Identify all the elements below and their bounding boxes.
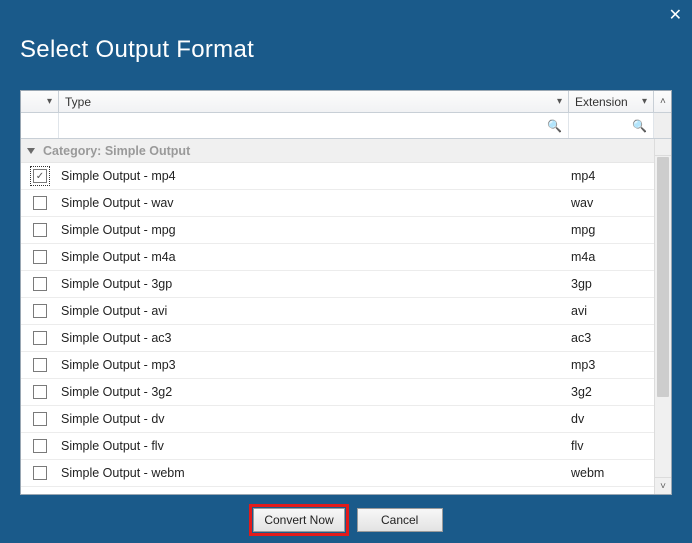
table-row[interactable]: ✓ Simple Output - mp4mp4 [21, 163, 654, 190]
scrollbar-thumb[interactable] [657, 157, 669, 397]
grid-body: Category: Simple Output ✓ Simple Output -… [21, 139, 671, 494]
grid-rows: Category: Simple Output ✓ Simple Output -… [21, 139, 654, 494]
row-checkbox[interactable] [33, 304, 47, 318]
row-type-cell: Simple Output - mp4 [59, 169, 569, 183]
table-row[interactable]: Simple Output - mp3mp3 [21, 352, 654, 379]
row-checkbox-cell [21, 304, 59, 318]
row-checkbox[interactable] [33, 277, 47, 291]
table-row[interactable]: Simple Output - m4am4a [21, 244, 654, 271]
table-row[interactable]: Simple Output - ac3ac3 [21, 325, 654, 352]
row-extension-cell: webm [569, 466, 654, 480]
row-checkbox[interactable] [33, 358, 47, 372]
row-checkbox[interactable]: ✓ [33, 169, 47, 183]
row-type-cell: Simple Output - wav [59, 196, 569, 210]
row-extension-cell: ac3 [569, 331, 654, 345]
row-checkbox-cell [21, 223, 59, 237]
row-checkbox-cell [21, 196, 59, 210]
filter-cell-extension[interactable]: 🔍 [569, 113, 654, 138]
vertical-scrollbar[interactable]: ˅ [654, 139, 671, 494]
row-type-cell: Simple Output - dv [59, 412, 569, 426]
row-checkbox-cell [21, 250, 59, 264]
column-header-row: ▾ Type ▾ Extension ▾ ˄ [21, 91, 671, 113]
column-header-extension[interactable]: Extension ▾ [569, 91, 654, 112]
table-row[interactable]: Simple Output - wavwav [21, 190, 654, 217]
group-row-simple-output[interactable]: Category: Simple Output [21, 139, 654, 163]
titlebar: ✕ [0, 0, 692, 30]
row-extension-cell: mp4 [569, 169, 654, 183]
table-row[interactable]: Simple Output - 3gp3gp [21, 271, 654, 298]
row-extension-cell: mp3 [569, 358, 654, 372]
table-row[interactable]: Simple Output - aviavi [21, 298, 654, 325]
row-type-cell: Simple Output - 3gp [59, 277, 569, 291]
search-icon[interactable]: 🔍 [632, 119, 647, 133]
filter-cell-type[interactable]: 🔍 [59, 113, 569, 138]
convert-now-button[interactable]: Convert Now [253, 508, 344, 532]
column-header-type[interactable]: Type ▾ [59, 91, 569, 112]
row-checkbox-cell [21, 412, 59, 426]
row-extension-cell: dv [569, 412, 654, 426]
row-checkbox[interactable] [33, 385, 47, 399]
row-extension-cell: avi [569, 304, 654, 318]
column-header-checkbox[interactable]: ▾ [21, 91, 59, 112]
close-icon[interactable]: ✕ [669, 5, 682, 25]
filter-row: 🔍 🔍 [21, 113, 671, 139]
group-row-label: Category: Simple Output [43, 144, 190, 158]
row-extension-cell: wav [569, 196, 654, 210]
scroll-up-button[interactable] [655, 139, 671, 156]
convert-now-highlight: Convert Now [249, 504, 348, 536]
row-checkbox[interactable] [33, 439, 47, 453]
table-row[interactable]: Simple Output - dvdv [21, 406, 654, 433]
row-extension-cell: 3g2 [569, 385, 654, 399]
dialog-window: ✕ Select Output Format ▾ Type ▾ Extensio… [0, 0, 692, 543]
chevron-down-icon[interactable]: ▾ [557, 96, 562, 107]
grid-panel: ▾ Type ▾ Extension ▾ ˄ 🔍 🔍 [20, 90, 672, 495]
chevron-down-icon[interactable]: ▾ [642, 96, 647, 107]
row-checkbox[interactable] [33, 223, 47, 237]
row-checkbox-cell [21, 358, 59, 372]
chevron-up-icon[interactable]: ˄ [660, 96, 666, 107]
row-checkbox[interactable] [33, 331, 47, 345]
row-checkbox-cell [21, 439, 59, 453]
dialog-title: Select Output Format [20, 36, 672, 64]
cancel-button[interactable]: Cancel [357, 508, 443, 532]
chevron-down-icon[interactable]: ▾ [47, 96, 52, 107]
row-checkbox[interactable] [33, 466, 47, 480]
row-type-cell: Simple Output - 3g2 [59, 385, 569, 399]
filter-cell-checkbox[interactable] [21, 113, 59, 138]
expand-collapse-icon[interactable] [27, 148, 35, 154]
row-checkbox[interactable] [33, 196, 47, 210]
row-type-cell: Simple Output - ac3 [59, 331, 569, 345]
row-type-cell: Simple Output - m4a [59, 250, 569, 264]
row-type-cell: Simple Output - webm [59, 466, 569, 480]
row-checkbox-cell [21, 466, 59, 480]
column-header-extension-label: Extension [575, 95, 628, 109]
table-row[interactable]: Simple Output - mpgmpg [21, 217, 654, 244]
row-type-cell: Simple Output - mpg [59, 223, 569, 237]
scroll-down-button[interactable]: ˅ [655, 477, 671, 494]
row-type-cell: Simple Output - mp3 [59, 358, 569, 372]
row-extension-cell: 3gp [569, 277, 654, 291]
dialog-header: Select Output Format [0, 30, 692, 78]
filter-cell-scroll-spacer [654, 113, 671, 138]
dialog-footer: Convert Now Cancel [0, 497, 692, 543]
row-checkbox[interactable] [33, 250, 47, 264]
row-checkbox-cell [21, 277, 59, 291]
search-icon[interactable]: 🔍 [547, 119, 562, 133]
table-row[interactable]: Simple Output - 3g23g2 [21, 379, 654, 406]
row-checkbox-cell: ✓ [21, 169, 59, 183]
row-checkbox[interactable] [33, 412, 47, 426]
table-row[interactable]: Simple Output - webmwebm [21, 460, 654, 487]
row-checkbox-cell [21, 385, 59, 399]
column-header-scroll-spacer: ˄ [654, 91, 671, 112]
row-extension-cell: mpg [569, 223, 654, 237]
row-type-cell: Simple Output - avi [59, 304, 569, 318]
column-header-type-label: Type [65, 95, 91, 109]
row-type-cell: Simple Output - flv [59, 439, 569, 453]
row-checkbox-cell [21, 331, 59, 345]
table-row[interactable]: Simple Output - flvflv [21, 433, 654, 460]
row-extension-cell: m4a [569, 250, 654, 264]
row-extension-cell: flv [569, 439, 654, 453]
